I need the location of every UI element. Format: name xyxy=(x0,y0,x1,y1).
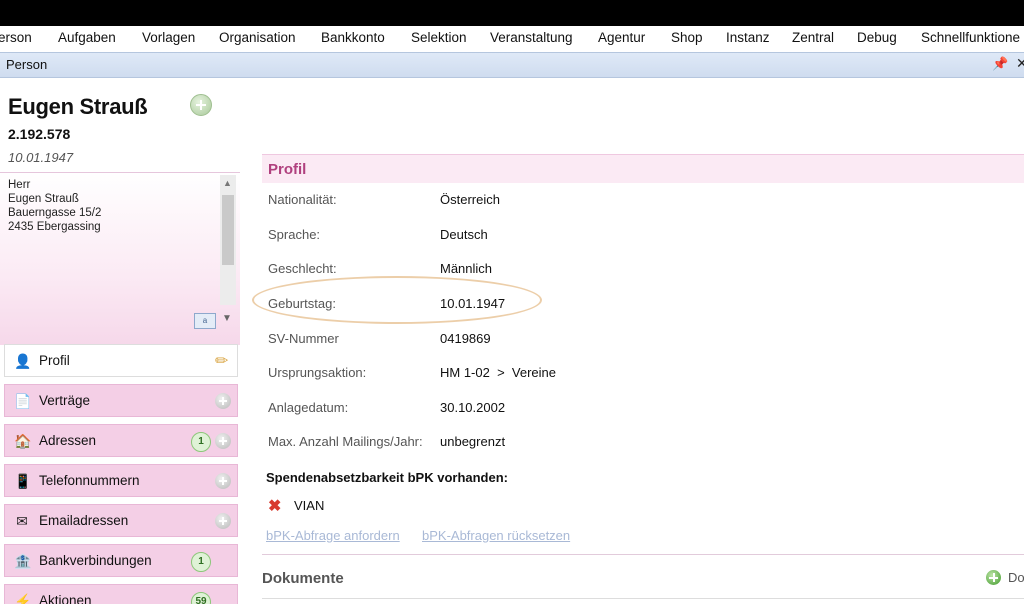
bpk-heading: Spendenabsetzbarkeit bPK vorhanden: xyxy=(266,470,508,485)
nav-label: Profil xyxy=(39,353,70,368)
nav-label: Emailadressen xyxy=(39,513,129,528)
nav-item-bankverbindungen[interactable]: 🏦 Bankverbindungen 1 xyxy=(4,544,238,577)
menu-schnellfunktionen[interactable]: Schnellfunktione xyxy=(921,30,1020,45)
field-value-nationalitaet: Österreich xyxy=(440,192,500,207)
count-badge: 59 xyxy=(191,592,211,604)
field-label-geschlecht: Geschlecht: xyxy=(268,261,337,276)
email-icon: ✉ xyxy=(16,513,28,529)
menu-zentral[interactable]: Zentral xyxy=(792,30,834,45)
field-label-ursprungsaktion: Ursprungsaktion: xyxy=(268,365,367,380)
menu-instanz[interactable]: Instanz xyxy=(726,30,770,45)
field-label-sprache: Sprache: xyxy=(268,227,321,242)
menu-aufgaben[interactable]: Aufgaben xyxy=(58,30,116,45)
field-label-max-mailings: Max. Anzahl Mailings/Jahr: xyxy=(268,434,423,449)
document-tab-title[interactable]: Person xyxy=(6,57,47,72)
menu-bar: erson Aufgaben Vorlagen Organisation Ban… xyxy=(0,26,1024,50)
profil-section-header: Profil xyxy=(262,154,1024,183)
menu-veranstaltung[interactable]: Veranstaltung xyxy=(490,30,573,45)
phone-icon: 📱 xyxy=(14,473,32,489)
crm-window: erson Aufgaben Vorlagen Organisation Ban… xyxy=(0,26,1024,604)
nav-item-adressen[interactable]: 🏠 Adressen 1 xyxy=(4,424,238,457)
field-value-sprache: Deutsch xyxy=(440,227,488,242)
menu-bankkonto[interactable]: Bankkonto xyxy=(321,30,385,45)
field-value-geschlecht: Männlich xyxy=(440,261,493,276)
nav-item-profil[interactable]: 👤 Profil ✏ xyxy=(4,344,238,377)
add-icon[interactable] xyxy=(215,433,231,449)
nav-item-aktionen[interactable]: ⚡ Aktionen 59 xyxy=(4,584,238,604)
field-value-sv-nummer: 0419869 xyxy=(440,331,491,346)
profile-panel: Profil Nationalität: Österreich Sprache:… xyxy=(248,78,1024,604)
cross-icon: ✖ xyxy=(268,498,282,515)
address-scrollbar[interactable]: ▲ xyxy=(220,175,236,305)
add-icon[interactable] xyxy=(986,570,1001,585)
section-divider xyxy=(262,598,1024,599)
bank-icon: 🏦 xyxy=(14,553,32,569)
address-card-icon[interactable]: a xyxy=(194,313,216,329)
person-sidebar: Eugen Strauß 2.192.578 10.01.1947 Herr E… xyxy=(0,78,240,604)
vian-label: VIAN xyxy=(294,498,325,513)
count-badge: 1 xyxy=(191,432,211,452)
field-label-nationalitaet: Nationalität: xyxy=(268,192,337,207)
lightning-icon: ⚡ xyxy=(14,593,32,604)
scroll-thumb[interactable] xyxy=(222,195,234,265)
nav-label: Telefonnummern xyxy=(39,473,140,488)
section-divider xyxy=(262,554,1024,555)
nav-item-vertraege[interactable]: 📄 Verträge xyxy=(4,384,238,417)
scroll-up-icon[interactable]: ▲ xyxy=(223,178,232,188)
chevron-down-icon[interactable]: ▼ xyxy=(222,313,232,324)
close-icon[interactable]: ✕ xyxy=(1016,55,1024,72)
document-tab-bar: Person 📌 ✕ xyxy=(0,52,1024,78)
menu-shop[interactable]: Shop xyxy=(671,30,703,45)
pin-icon[interactable]: 📌 xyxy=(992,56,1008,72)
field-label-geburtstag: Geburtstag: xyxy=(268,296,336,311)
count-badge: 1 xyxy=(191,552,211,572)
menu-vorlagen[interactable]: Vorlagen xyxy=(142,30,195,45)
person-number: 2.192.578 xyxy=(8,126,71,142)
menu-person[interactable]: erson xyxy=(0,30,32,45)
address-name: Eugen Strauß xyxy=(8,193,79,205)
field-value-geburtstag: 10.01.1947 xyxy=(440,296,506,311)
house-icon: 🏠 xyxy=(14,433,32,449)
field-value-max-mailings: unbegrenzt xyxy=(440,434,506,449)
field-label-sv-nummer: SV-Nummer xyxy=(268,331,339,346)
nav-label: Bankverbindungen xyxy=(39,553,152,568)
address-street: Bauerngasse 15/2 xyxy=(8,207,102,219)
menu-agentur[interactable]: Agentur xyxy=(598,30,645,45)
nav-label: Verträge xyxy=(39,393,91,408)
person-icon: 👤 xyxy=(14,353,32,369)
add-icon[interactable] xyxy=(215,473,231,489)
section-title: Profil xyxy=(268,161,307,178)
field-label-anlagedatum: Anlagedatum: xyxy=(268,400,349,415)
bpk-reset-link[interactable]: bPK-Abfragen rücksetzen xyxy=(422,528,570,543)
dokumente-title: Dokumente xyxy=(262,570,344,587)
address-city: 2435 Ebergassing xyxy=(8,221,101,233)
address-box: Herr Eugen Strauß Bauerngasse 15/2 2435 … xyxy=(0,172,240,345)
add-icon[interactable] xyxy=(190,94,212,116)
person-birthdate: 10.01.1947 xyxy=(8,150,74,165)
nav-item-telefonnummern[interactable]: 📱 Telefonnummern xyxy=(4,464,238,497)
contract-icon: 📄 xyxy=(14,393,32,409)
field-value-anlagedatum: 30.10.2002 xyxy=(440,400,506,415)
address-salutation: Herr xyxy=(8,179,31,191)
nav-item-emailadressen[interactable]: ✉ Emailadressen xyxy=(4,504,238,537)
menu-debug[interactable]: Debug xyxy=(857,30,897,45)
pencil-icon[interactable]: ✏ xyxy=(215,351,228,371)
nav-label: Aktionen xyxy=(39,593,92,604)
nav-label: Adressen xyxy=(39,433,97,448)
add-icon[interactable] xyxy=(215,393,231,409)
menu-selektion[interactable]: Selektion xyxy=(411,30,467,45)
menu-organisation[interactable]: Organisation xyxy=(219,30,296,45)
field-value-ursprungsaktion[interactable]: HM 1-02 > Vereine xyxy=(440,365,556,380)
person-name: Eugen Strauß xyxy=(8,94,148,119)
add-document-label[interactable]: Do xyxy=(1008,570,1024,585)
add-icon[interactable] xyxy=(215,513,231,529)
bpk-request-link[interactable]: bPK-Abfrage anfordern xyxy=(266,528,400,543)
